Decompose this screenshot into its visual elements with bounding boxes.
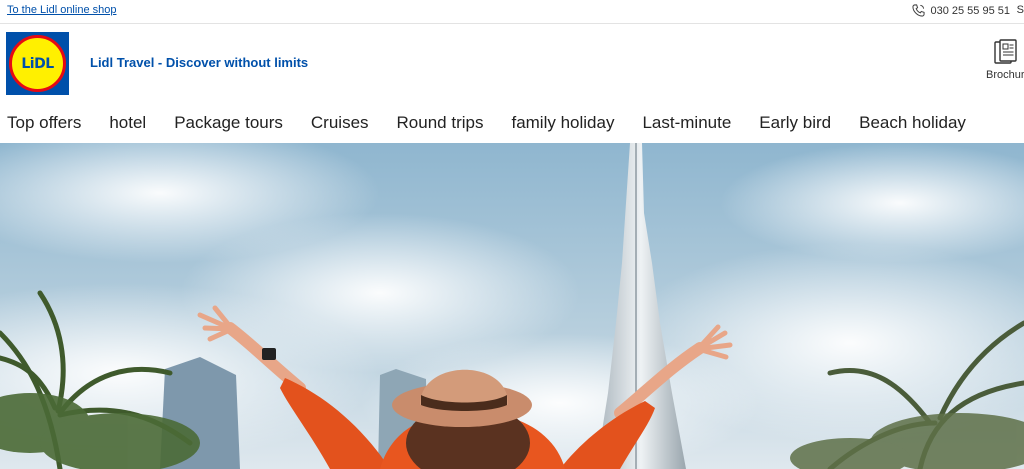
top-bar: To the Lidl online shop 030 25 55 95 51 …	[0, 0, 1024, 24]
brochure-button[interactable]: Brochure	[984, 39, 1024, 85]
clipped-topbar-text: S	[1016, 4, 1024, 16]
brochure-icon	[994, 39, 1017, 64]
phone-number: 030 25 55 95 51	[930, 4, 1010, 17]
nav-family-holiday[interactable]: family holiday	[511, 113, 614, 133]
logo-text: LiDL	[21, 55, 54, 72]
logo-circle: LiDL	[9, 35, 66, 92]
nav-hotel[interactable]: hotel	[109, 113, 146, 133]
nav-round-trips[interactable]: Round trips	[397, 113, 484, 133]
hero-illustration	[0, 143, 1024, 469]
site-header: LiDL Lidl Travel - Discover without limi…	[0, 25, 1024, 102]
brochure-label: Brochure	[986, 69, 1024, 81]
lidl-logo[interactable]: LiDL	[6, 32, 69, 95]
nav-beach-holiday[interactable]: Beach holiday	[859, 113, 966, 133]
hotline[interactable]: 030 25 55 95 51	[912, 4, 1010, 17]
nav-early-bird[interactable]: Early bird	[759, 113, 831, 133]
main-navigation: Top offers hotel Package tours Cruises R…	[0, 102, 1024, 144]
nav-package-tours[interactable]: Package tours	[174, 113, 283, 133]
hero-image[interactable]	[0, 143, 1024, 469]
nav-cruises[interactable]: Cruises	[311, 113, 369, 133]
nav-last-minute[interactable]: Last-minute	[642, 113, 731, 133]
site-tagline: Lidl Travel - Discover without limits	[90, 55, 309, 70]
nav-top-offers[interactable]: Top offers	[7, 113, 81, 133]
phone-icon	[912, 4, 926, 17]
online-shop-link[interactable]: To the Lidl online shop	[7, 4, 116, 16]
